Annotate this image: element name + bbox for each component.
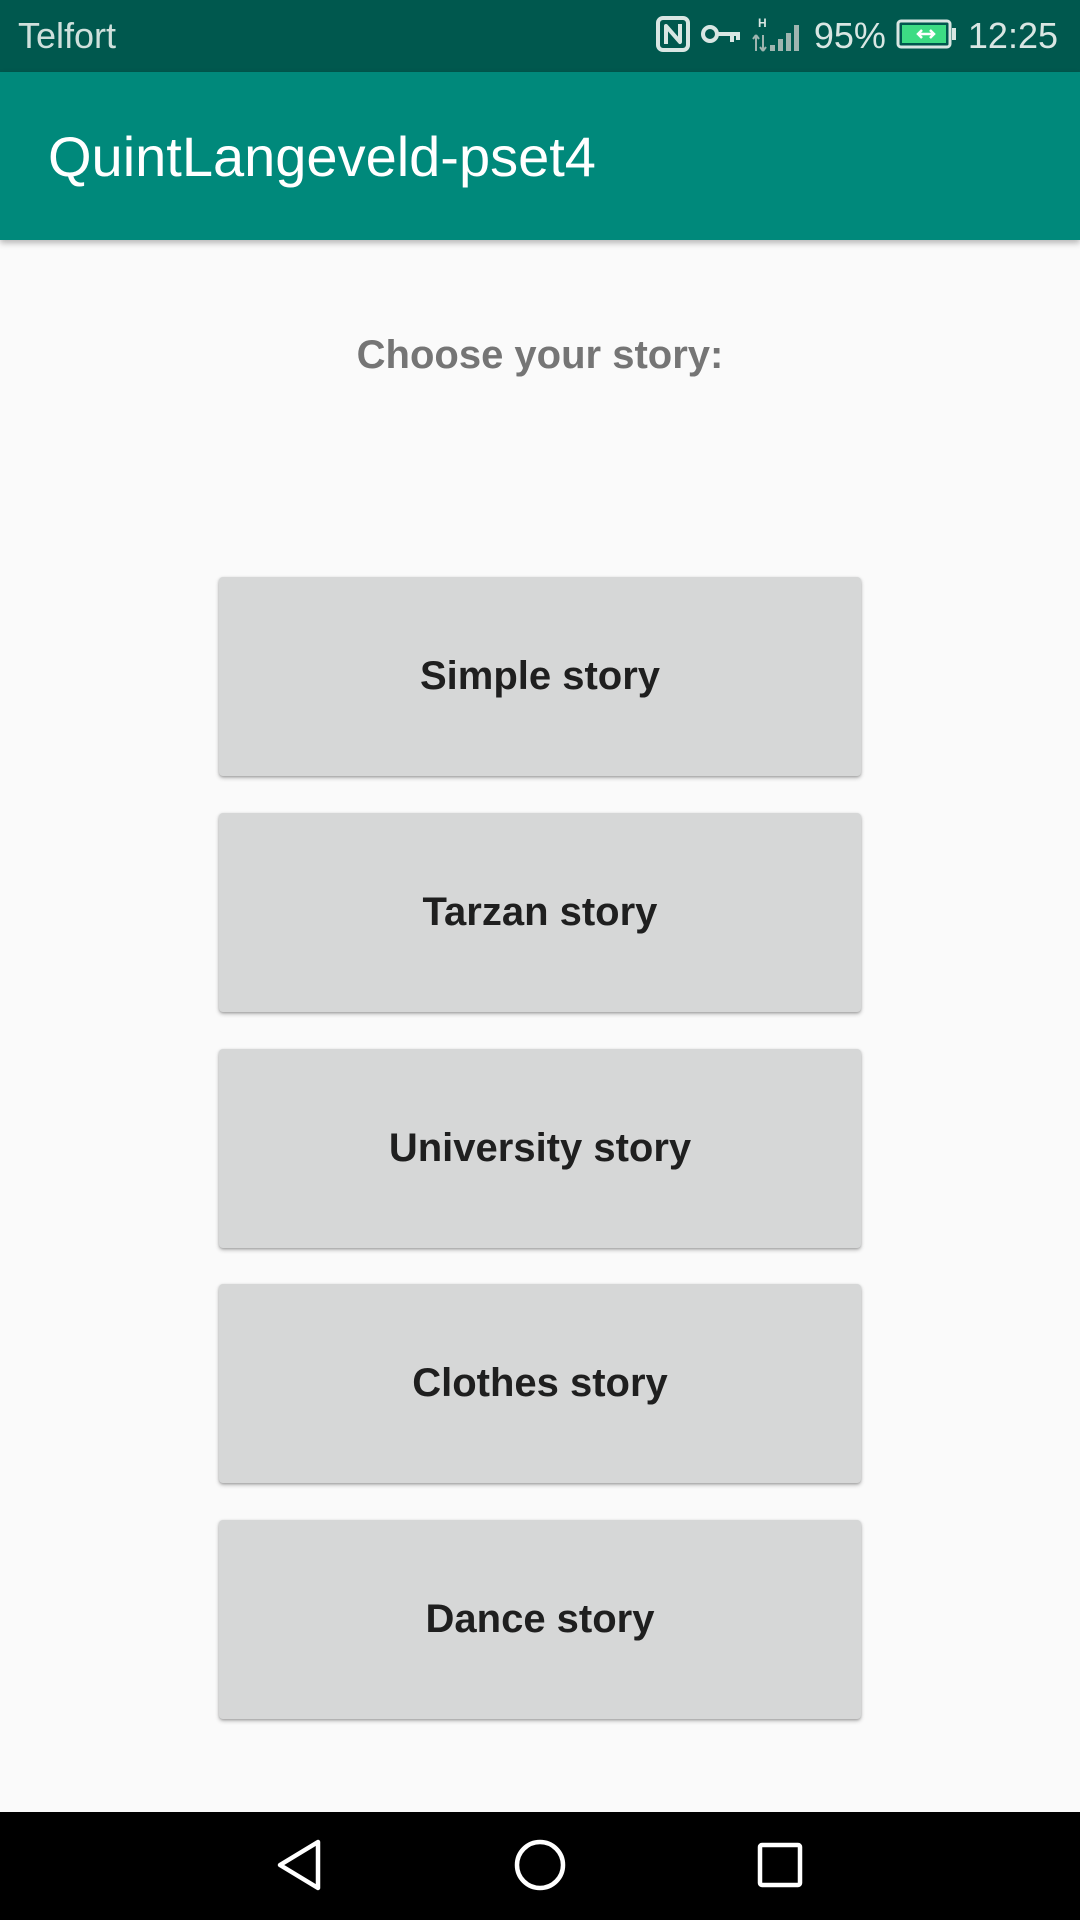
tarzan-story-button[interactable]: Tarzan story <box>219 813 861 1012</box>
signal-icon: H <box>752 15 804 58</box>
carrier-label: Telfort <box>18 15 117 56</box>
network-type-label: H <box>758 16 767 30</box>
back-button[interactable] <box>265 1832 335 1902</box>
recents-icon <box>756 1841 804 1894</box>
back-icon <box>274 1838 326 1897</box>
clock: 12:25 <box>967 15 1058 56</box>
recents-button[interactable] <box>745 1832 815 1902</box>
simple-story-button[interactable]: Simple story <box>219 577 861 776</box>
clothes-story-button[interactable]: Clothes story <box>219 1284 861 1483</box>
navigation-bar <box>0 1812 1080 1920</box>
home-icon <box>513 1838 567 1897</box>
battery-percent: 95% <box>813 15 886 56</box>
app-bar: QuintLangeveld-pset4 <box>0 72 1080 240</box>
home-button[interactable] <box>505 1832 575 1902</box>
dance-story-button[interactable]: Dance story <box>219 1520 861 1719</box>
nfc-icon <box>655 15 690 57</box>
university-story-button[interactable]: University story <box>219 1049 861 1248</box>
status-icons: H 95% 12:25 <box>655 12 1058 60</box>
app-title: QuintLangeveld-pset4 <box>48 125 596 188</box>
choose-story-prompt: Choose your story: <box>356 333 724 377</box>
vpn-key-icon <box>700 19 742 54</box>
status-bar: Telfort H 95% 12:25 <box>0 0 1080 72</box>
battery-charging-icon <box>896 19 958 54</box>
main-content: Choose your story: Simple story Tarzan s… <box>0 240 1080 1812</box>
